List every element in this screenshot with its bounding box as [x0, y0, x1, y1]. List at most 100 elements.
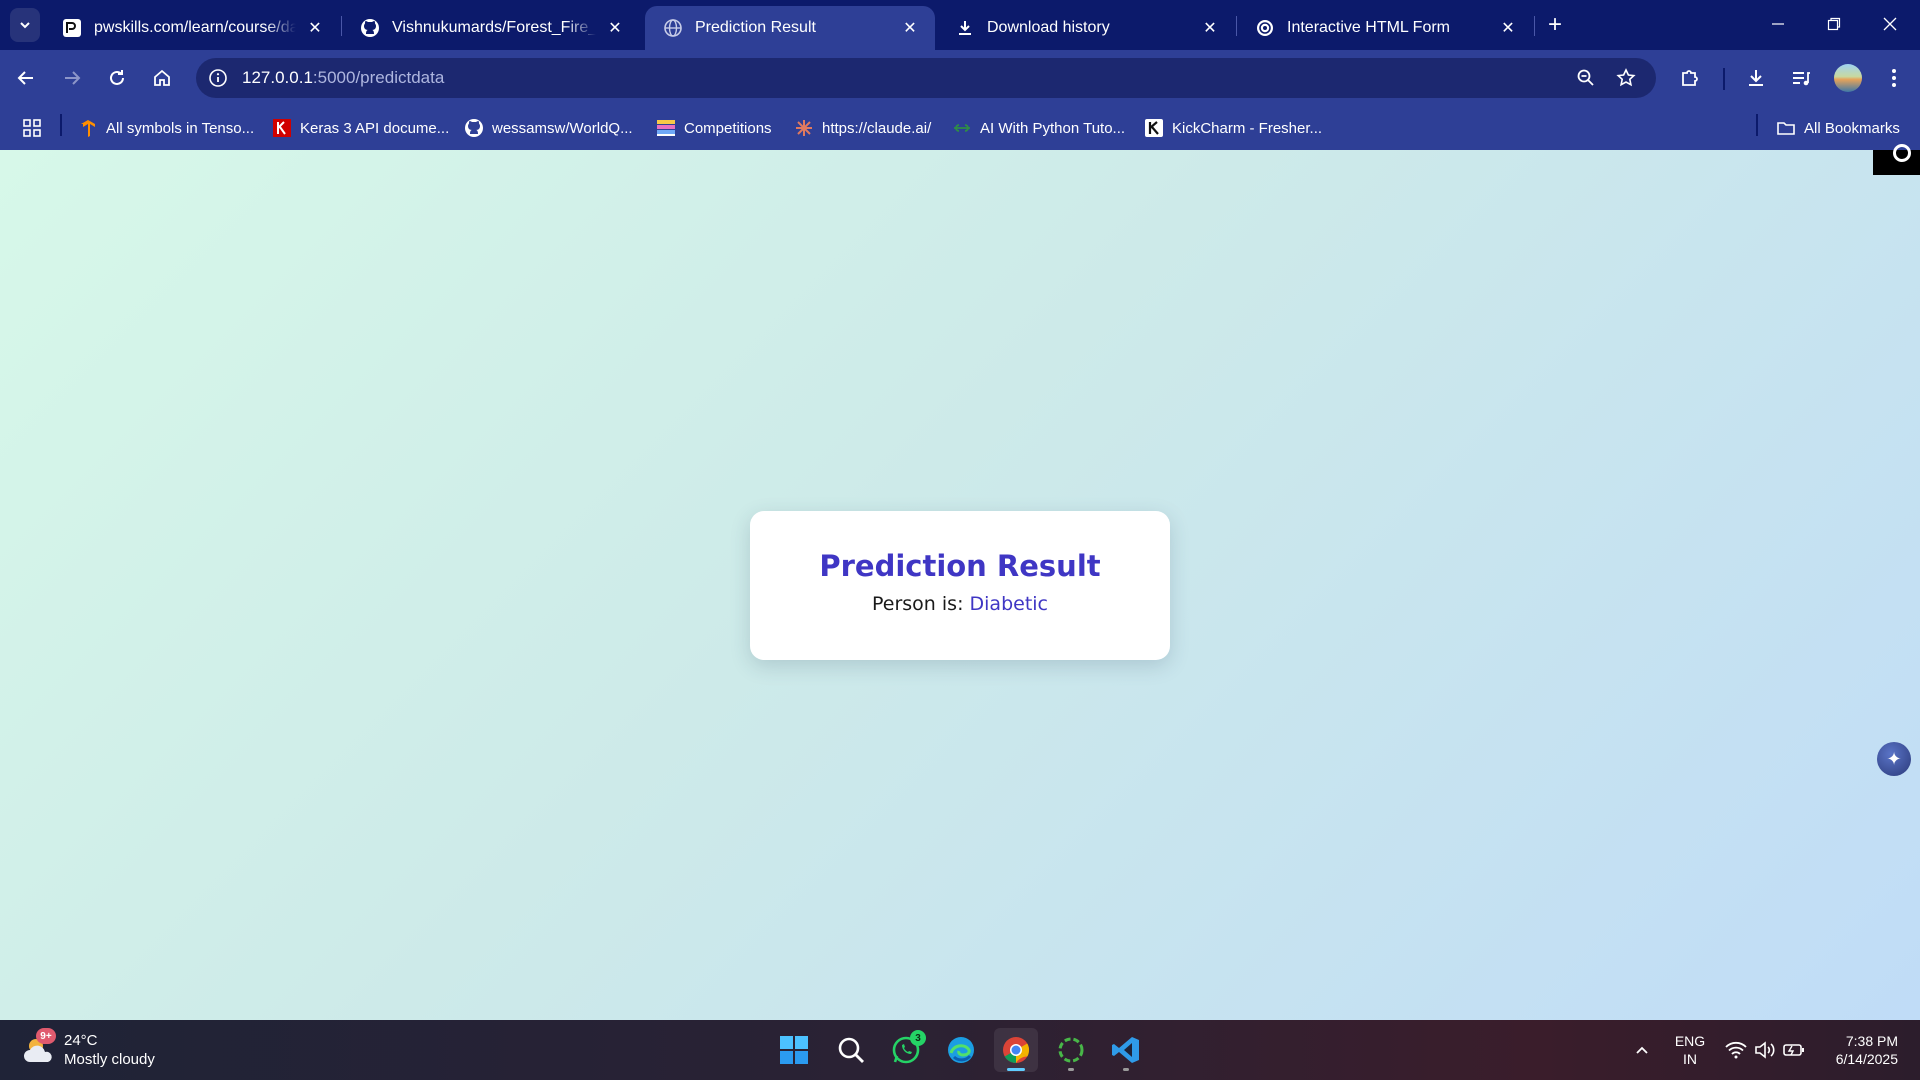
- extensions-button[interactable]: [1672, 60, 1708, 96]
- url-path: :5000/predictdata: [312, 68, 445, 87]
- whatsapp-app[interactable]: 3: [884, 1028, 928, 1072]
- download-icon: [1749, 70, 1763, 86]
- arrow-right-icon: [65, 71, 81, 85]
- language-indicator[interactable]: ENG IN: [1670, 1032, 1710, 1068]
- more-vertical-icon: [1892, 69, 1896, 87]
- battery-charging-icon: [1783, 1044, 1804, 1056]
- openai-icon: [1255, 18, 1275, 38]
- result-value: Diabetic: [969, 593, 1048, 615]
- close-icon[interactable]: ✕: [1199, 17, 1221, 39]
- plus-icon: +: [1547, 11, 1562, 38]
- sparkle-icon: ✦: [1886, 748, 1902, 769]
- weather-temp: 24°C: [64, 1032, 98, 1049]
- apps-grid-icon: [23, 119, 41, 137]
- tab-search-button[interactable]: [10, 8, 40, 42]
- assistant-button[interactable]: ✦: [1877, 742, 1911, 776]
- floating-widget[interactable]: [1873, 144, 1920, 175]
- downloads-button[interactable]: [1738, 60, 1774, 96]
- reload-icon: [110, 70, 124, 85]
- wifi-icon: [1725, 1041, 1747, 1059]
- new-tab-button[interactable]: +: [1540, 10, 1570, 40]
- apps-button[interactable]: [22, 116, 42, 140]
- bookmark-label: Keras 3 API docume...: [300, 119, 450, 137]
- restore-button[interactable]: [1806, 0, 1862, 48]
- media-control-button[interactable]: [1783, 60, 1819, 96]
- bookmark-keras[interactable]: Keras 3 API docume...: [272, 116, 449, 140]
- minimize-button[interactable]: [1750, 0, 1806, 48]
- vscode-app[interactable]: [1104, 1028, 1148, 1072]
- tray-overflow-button[interactable]: [1632, 1038, 1652, 1062]
- profile-avatar[interactable]: [1834, 64, 1862, 92]
- site-info-icon[interactable]: [206, 66, 230, 90]
- bookmark-label: KickCharm - Fresher...: [1172, 119, 1323, 137]
- bookmark-competitions[interactable]: Competitions: [656, 116, 772, 140]
- tab-strip: pwskills.com/learn/course/data ✕ Vishnuk…: [0, 0, 1920, 50]
- whatsapp-badge: 3: [910, 1030, 926, 1046]
- back-button[interactable]: [8, 60, 44, 96]
- forward-button[interactable]: [54, 60, 90, 96]
- menu-button[interactable]: [1876, 60, 1912, 96]
- page-content: Prediction Result Person is: Diabetic ✦: [0, 144, 1920, 1020]
- bookmark-worldq[interactable]: wessamsw/WorldQ...: [464, 116, 633, 140]
- close-icon[interactable]: ✕: [304, 17, 326, 39]
- tab-download-history[interactable]: Download history ✕: [937, 6, 1235, 50]
- tab-github[interactable]: Vishnukumards/Forest_Fire_Ana ✕: [342, 6, 640, 50]
- folder-icon: [1776, 118, 1796, 138]
- wifi-status[interactable]: [1724, 1038, 1748, 1062]
- address-bar[interactable]: 127.0.0.1:5000/predictdata: [196, 58, 1656, 98]
- arrow-left-icon: [17, 71, 33, 85]
- clock[interactable]: 7:38 PM 6/14/2025: [1818, 1032, 1898, 1068]
- all-bookmarks-button[interactable]: All Bookmarks: [1776, 116, 1900, 140]
- result-card: Prediction Result Person is: Diabetic: [750, 511, 1170, 660]
- tab-separator: [1534, 16, 1535, 36]
- pwskills-icon: [62, 18, 82, 38]
- globe-icon: [663, 18, 683, 38]
- bookmark-label: wessamsw/WorldQ...: [492, 119, 633, 137]
- tab-title: Prediction Result: [695, 19, 816, 36]
- url-host: 127.0.0.1: [242, 68, 313, 87]
- search-icon: [838, 1037, 864, 1063]
- tab-prediction-result[interactable]: Prediction Result ✕: [645, 6, 935, 50]
- chrome-app[interactable]: [994, 1028, 1038, 1072]
- puzzle-icon: [1682, 70, 1698, 86]
- tab-title: Interactive HTML Form: [1287, 19, 1450, 36]
- bookmark-tensorflow[interactable]: All symbols in Tenso...: [78, 116, 254, 140]
- bookmarks-divider: [1756, 114, 1758, 136]
- close-icon[interactable]: ✕: [899, 17, 921, 39]
- lang-line2: IN: [1683, 1051, 1697, 1067]
- vscode-icon: [1112, 1037, 1139, 1063]
- result-prefix: Person is:: [872, 593, 964, 615]
- zoom-icon[interactable]: [1572, 64, 1600, 92]
- search-button[interactable]: [829, 1028, 873, 1072]
- close-window-button[interactable]: [1862, 0, 1918, 48]
- widget-icon: [1893, 144, 1911, 162]
- bookmark-kickcharm[interactable]: KickCharm - Fresher...: [1144, 116, 1322, 140]
- battery-status[interactable]: [1782, 1038, 1806, 1062]
- bookmark-label: All symbols in Tenso...: [106, 119, 255, 137]
- bookmarks-bar: All symbols in Tenso... Keras 3 API docu…: [0, 106, 1920, 150]
- weather-widget[interactable]: 9+ 24°C Mostly cloudy: [22, 1028, 192, 1072]
- home-button[interactable]: [144, 60, 180, 96]
- circular-app-icon: [1058, 1037, 1084, 1063]
- tab-interactive-form[interactable]: Interactive HTML Form ✕: [1237, 6, 1533, 50]
- bookmark-ai-python[interactable]: AI With Python Tuto...: [952, 116, 1125, 140]
- volume-status[interactable]: [1753, 1038, 1777, 1062]
- restore-icon: [1827, 17, 1841, 31]
- bookmark-star-icon[interactable]: [1612, 64, 1640, 92]
- geeksforgeeks-icon: [952, 118, 972, 138]
- close-icon[interactable]: ✕: [604, 17, 626, 39]
- reload-button[interactable]: [99, 60, 135, 96]
- edge-app[interactable]: [939, 1028, 983, 1072]
- close-icon[interactable]: ✕: [1497, 17, 1519, 39]
- start-button[interactable]: [772, 1028, 816, 1072]
- loading-app[interactable]: [1049, 1028, 1093, 1072]
- lang-line1: ENG: [1674, 1033, 1706, 1049]
- tab-title: pwskills.com/learn/course/data: [94, 19, 296, 36]
- bookmark-claude[interactable]: https://claude.ai/: [794, 116, 931, 140]
- active-indicator: [1007, 1068, 1025, 1071]
- bookmark-label: https://claude.ai/: [822, 119, 932, 137]
- page-title: Prediction Result: [819, 549, 1101, 583]
- tab-pwskills[interactable]: pwskills.com/learn/course/data ✕: [44, 6, 340, 50]
- url-text[interactable]: 127.0.0.1:5000/predictdata: [242, 68, 444, 88]
- bookmarks-divider: [60, 114, 62, 136]
